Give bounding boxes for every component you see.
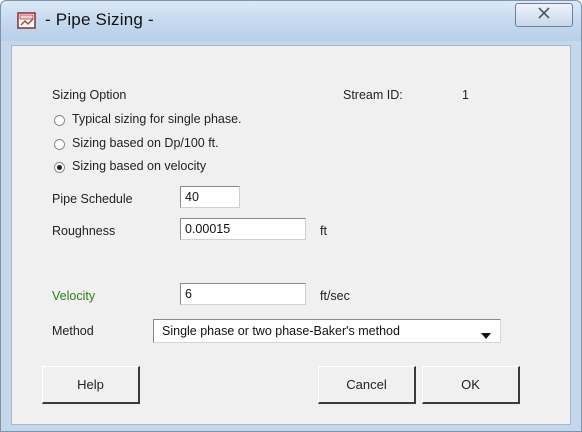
roughness-label: Roughness: [52, 224, 116, 238]
help-button-label: Help: [77, 377, 104, 392]
ok-button-label: OK: [461, 377, 480, 392]
radio-velocity[interactable]: [54, 162, 65, 173]
dialog-window: - Pipe Sizing - Sizing Option Stream ID:…: [0, 0, 582, 432]
stream-id-label: Stream ID:: [343, 88, 403, 102]
roughness-unit: ft: [320, 224, 327, 238]
radio-typical-sizing-label[interactable]: Typical sizing for single phase.: [72, 112, 242, 126]
radio-velocity-label[interactable]: Sizing based on velocity: [72, 159, 206, 173]
cancel-button[interactable]: Cancel: [318, 366, 416, 404]
method-label: Method: [52, 324, 94, 338]
radio-selected-dot: [57, 165, 62, 170]
ok-button[interactable]: OK: [422, 366, 520, 404]
help-button[interactable]: Help: [42, 366, 140, 404]
close-button[interactable]: [515, 3, 573, 27]
roughness-input[interactable]: [180, 218, 306, 240]
radio-dp100-label[interactable]: Sizing based on Dp/100 ft.: [72, 136, 219, 150]
radio-typical-sizing[interactable]: [54, 115, 65, 126]
method-selected-value: Single phase or two phase-Baker's method: [162, 324, 400, 338]
radio-dp100[interactable]: [54, 139, 65, 150]
app-icon: [17, 11, 37, 31]
velocity-input[interactable]: [180, 283, 306, 305]
chevron-down-icon[interactable]: [480, 327, 492, 345]
dialog-body: Sizing Option Stream ID: 1 Typical sizin…: [11, 45, 571, 425]
velocity-label: Velocity: [52, 289, 96, 303]
title-bar[interactable]: - Pipe Sizing -: [1, 1, 581, 41]
velocity-unit: ft/sec: [320, 289, 350, 303]
pipe-schedule-label: Pipe Schedule: [52, 192, 133, 206]
pipe-schedule-input[interactable]: [180, 186, 240, 208]
method-select[interactable]: Single phase or two phase-Baker's method: [153, 319, 501, 343]
sizing-option-label: Sizing Option: [52, 88, 127, 102]
close-icon: [537, 6, 551, 24]
window-title: - Pipe Sizing -: [45, 10, 154, 29]
cancel-button-label: Cancel: [346, 377, 387, 392]
stream-id-value: 1: [462, 88, 469, 102]
